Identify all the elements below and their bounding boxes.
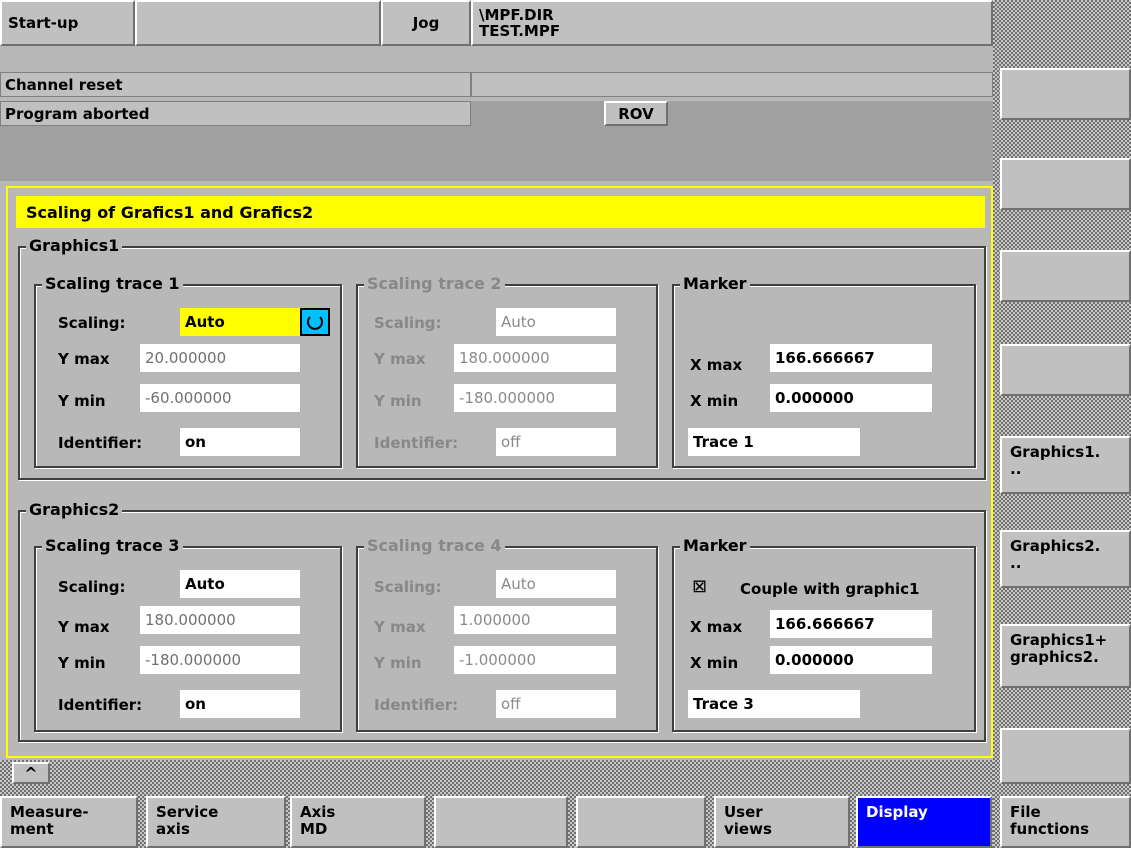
marker2-xmax-label: X max — [690, 618, 743, 636]
marker1-title: Marker — [680, 275, 750, 293]
user-views-softkey[interactable]: User views — [714, 796, 850, 848]
vsk-2[interactable] — [1000, 158, 1131, 210]
graphics2-title: Graphics2 — [26, 501, 123, 519]
graphics1-softkey[interactable]: Graphics1. .. — [1000, 436, 1131, 494]
trace2-title: Scaling trace 2 — [364, 275, 505, 293]
measurement-softkey[interactable]: Measure- ment — [0, 796, 138, 848]
marker2-title: Marker — [680, 537, 750, 555]
trace4-title: Scaling trace 4 — [364, 537, 505, 555]
operating-area: Start-up — [0, 0, 135, 46]
toggle-icon[interactable] — [300, 308, 330, 336]
trace4-ymin-label: Y min — [374, 654, 422, 672]
vsk-3[interactable] — [1000, 250, 1131, 302]
trace2-scaling-label: Scaling: — [374, 314, 442, 332]
dialog-title: Scaling of Grafics1 and Grafics2 — [16, 196, 985, 228]
channel-status-extra — [471, 72, 993, 97]
graphics1-and-2-softkey[interactable]: Graphics1+ graphics2. — [1000, 624, 1131, 688]
couple-label: Couple with graphic1 — [740, 580, 920, 598]
marker2-xmax-field[interactable]: 166.666667 — [770, 610, 932, 638]
rov-indicator: ROV — [604, 101, 668, 126]
marker1-trace-select[interactable]: Trace 1 — [688, 428, 860, 456]
trace2-ymax-field: 180.000000 — [454, 344, 616, 372]
hsk-5[interactable] — [576, 796, 706, 848]
trace1-ymax-field: 20.000000 — [140, 344, 300, 372]
recall-button[interactable]: ^ — [12, 762, 50, 784]
trace1-scaling-label: Scaling: — [58, 314, 126, 332]
trace3-ymax-label: Y max — [58, 618, 110, 636]
marker2-xmin-label: X min — [690, 654, 739, 672]
trace4-ymax-label: Y max — [374, 618, 426, 636]
trace3-ymin-field: -180.000000 — [140, 646, 300, 674]
trace4-scaling-field: Auto — [496, 570, 616, 598]
axis-md-softkey[interactable]: Axis MD — [290, 796, 426, 848]
service-axis-softkey[interactable]: Service axis — [146, 796, 286, 848]
trace2-ymin-label: Y min — [374, 392, 422, 410]
trace3-identifier-field[interactable]: on — [180, 690, 300, 718]
trace1-ymin-field: -60.000000 — [140, 384, 300, 412]
display-softkey[interactable]: Display — [856, 796, 992, 848]
header-blank-field — [135, 0, 381, 46]
channel-status: Channel reset — [0, 72, 471, 97]
trace2-identifier-field: off — [496, 428, 616, 456]
trace2-ymin-field: -180.000000 — [454, 384, 616, 412]
trace3-title: Scaling trace 3 — [42, 537, 183, 555]
trace4-identifier-label: Identifier: — [374, 696, 459, 714]
marker1-xmin-label: X min — [690, 392, 739, 410]
marker1-xmin-field[interactable]: 0.000000 — [770, 384, 932, 412]
program-path: \MPF.DIR TEST.MPF — [471, 0, 993, 46]
vsk-1[interactable] — [1000, 68, 1131, 120]
trace3-scaling-label: Scaling: — [58, 578, 126, 596]
program-directory: \MPF.DIR — [479, 6, 554, 24]
trace1-ymax-label: Y max — [58, 350, 110, 368]
mode-indicator: Jog — [381, 0, 471, 46]
trace2-scaling-field: Auto — [496, 308, 616, 336]
trace4-ymin-field: -1.000000 — [454, 646, 616, 674]
program-file: TEST.MPF — [479, 22, 561, 40]
marker1-xmax-label: X max — [690, 356, 743, 374]
trace3-identifier-label: Identifier: — [58, 696, 143, 714]
trace3-scaling-select[interactable]: Auto — [180, 570, 300, 598]
trace2-ymax-label: Y max — [374, 350, 426, 368]
trace1-identifier-label: Identifier: — [58, 434, 143, 452]
trace3-ymax-field: 180.000000 — [140, 606, 300, 634]
trace1-title: Scaling trace 1 — [42, 275, 183, 293]
trace1-scaling-select[interactable]: Auto — [180, 308, 300, 336]
trace3-ymin-label: Y min — [58, 654, 106, 672]
vsk-8[interactable] — [1000, 728, 1131, 784]
trace2-identifier-label: Identifier: — [374, 434, 459, 452]
file-functions-softkey[interactable]: File functions — [1000, 796, 1131, 848]
marker2-trace-select[interactable]: Trace 3 — [688, 690, 860, 718]
graphics2-softkey[interactable]: Graphics2. .. — [1000, 530, 1131, 588]
vertical-softkey-bar — [993, 0, 1131, 848]
marker1-xmax-field[interactable]: 166.666667 — [770, 344, 932, 372]
recall-bar — [0, 760, 993, 796]
couple-checkbox[interactable]: ⊠ — [692, 576, 707, 597]
marker2-xmin-field[interactable]: 0.000000 — [770, 646, 932, 674]
trace1-ymin-label: Y min — [58, 392, 106, 410]
graphics1-title: Graphics1 — [26, 237, 123, 255]
trace4-scaling-label: Scaling: — [374, 578, 442, 596]
vsk-4[interactable] — [1000, 344, 1131, 396]
trace4-identifier-field: off — [496, 690, 616, 718]
status-bar-bg — [0, 126, 993, 181]
program-status: Program aborted — [0, 101, 471, 126]
trace4-ymax-field: 1.000000 — [454, 606, 616, 634]
hsk-4[interactable] — [434, 796, 568, 848]
trace1-identifier-field[interactable]: on — [180, 428, 300, 456]
